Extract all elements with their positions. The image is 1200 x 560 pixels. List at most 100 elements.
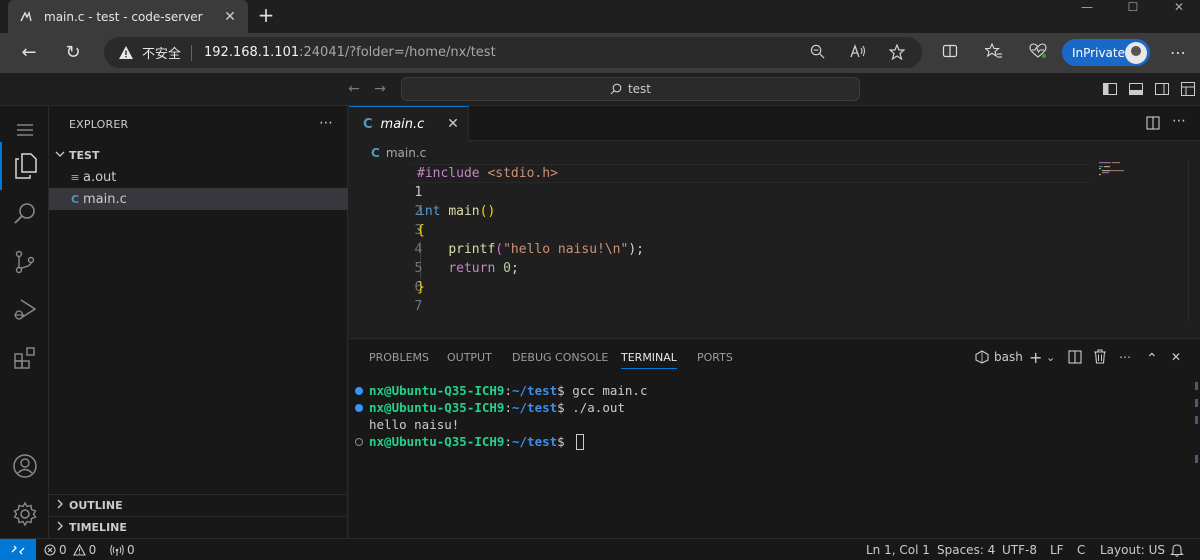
indentation-status[interactable]: Spaces: 4	[937, 539, 995, 560]
binary-file-icon: ≡	[70, 170, 80, 184]
code-token: ()	[479, 204, 496, 219]
warning-icon	[119, 45, 133, 59]
browser-tabstrip: main.c - test - code-server ✕ + — ☐ ✕	[0, 0, 1200, 33]
tab-main-c[interactable]: C main.c ✕	[349, 106, 469, 141]
url-path: :24041/?folder=/home/nx/test	[299, 45, 496, 60]
command-pending-decoration-icon	[355, 437, 363, 446]
close-window-button[interactable]: ✕	[1156, 0, 1200, 18]
outline-label: OUTLINE	[69, 499, 123, 512]
maximize-window-button[interactable]: ☐	[1110, 0, 1156, 18]
browser-toolbar: ← ↻ 不安全 192.168.1.101 :24041/?folder=/ho…	[0, 33, 1200, 73]
extensions-icon[interactable]	[0, 334, 49, 382]
outline-section[interactable]: OUTLINE	[49, 494, 348, 516]
file-item-main-c[interactable]: C main.c	[49, 188, 348, 210]
explorer-icon[interactable]	[0, 142, 49, 190]
editor-scrollbar[interactable]	[1188, 161, 1200, 321]
problems-status[interactable]: 0 0	[44, 539, 96, 560]
prompt-path: ~/test	[512, 434, 558, 449]
file-item-a-out[interactable]: ≡ a.out	[49, 166, 348, 188]
timeline-section[interactable]: TIMELINE	[49, 516, 348, 538]
close-tab-icon[interactable]: ✕	[222, 9, 238, 25]
browser-essentials-icon[interactable]	[1028, 43, 1048, 63]
cursor-position[interactable]: Ln 1, Col 1	[866, 539, 930, 560]
command-success-decoration-icon	[355, 386, 363, 395]
code-token: 0	[503, 261, 511, 276]
notifications-bell-icon[interactable]	[1170, 539, 1184, 560]
terminal-line[interactable]: nx@Ubuntu-Q35-ICH9: ~/test $	[355, 433, 585, 450]
remote-indicator-button[interactable]	[0, 539, 36, 560]
address-bar[interactable]: 不安全 192.168.1.101 :24041/?folder=/home/n…	[104, 37, 922, 68]
close-panel-button[interactable]: ✕	[1171, 349, 1181, 365]
read-aloud-icon[interactable]	[849, 44, 867, 62]
tab-terminal[interactable]: TERMINAL	[621, 351, 677, 369]
minimap[interactable]	[1097, 161, 1157, 181]
command-center-search[interactable]: test	[401, 77, 860, 101]
prompt-user-host: nx@Ubuntu-Q35-ICH9	[369, 383, 505, 398]
code-editor[interactable]: C main.c 1 #include <stdio.h> 2 3 int ma…	[349, 141, 1200, 338]
security-status[interactable]: 不安全	[142, 43, 181, 62]
favorite-star-icon[interactable]	[888, 43, 906, 62]
prompt-symbol: $	[557, 434, 573, 449]
terminal-line: hello naisu!	[355, 416, 459, 433]
kill-terminal-trash-icon[interactable]	[1093, 349, 1107, 364]
folder-header-test[interactable]: TEST	[49, 144, 348, 166]
editor-more-actions-button[interactable]: ⋯	[1172, 113, 1186, 129]
close-tab-icon[interactable]: ✕	[438, 116, 468, 132]
tab-label: main.c	[380, 116, 425, 132]
prompt-path: ~/test	[512, 400, 558, 415]
terminal-launch-profile-button[interactable]: ⌄	[1046, 349, 1055, 365]
breadcrumb[interactable]: C main.c	[371, 145, 426, 161]
run-and-debug-icon[interactable]	[0, 286, 49, 334]
error-count: 0	[59, 542, 67, 557]
source-control-icon[interactable]	[0, 238, 49, 286]
tab-problems[interactable]: PROBLEMS	[369, 351, 429, 369]
ports-status[interactable]: 0	[110, 539, 135, 560]
terminal-line: nx@Ubuntu-Q35-ICH9: ~/test $ gcc main.c	[355, 382, 647, 399]
line-number: 7	[414, 299, 423, 314]
inprivate-label: InPrivate	[1072, 45, 1125, 60]
encoding-status[interactable]: UTF-8	[1002, 539, 1037, 560]
split-terminal-icon[interactable]	[1068, 350, 1082, 364]
reload-button[interactable]: ↻	[60, 41, 86, 65]
tab-ports[interactable]: PORTS	[697, 351, 733, 369]
language-mode-status[interactable]: C	[1077, 539, 1085, 560]
toggle-secondary-sidebar-icon[interactable]	[1154, 81, 1170, 97]
zoom-icon[interactable]	[808, 44, 826, 62]
prompt-path: ~/test	[512, 383, 558, 398]
code-token: printf	[448, 242, 496, 257]
browser-tab[interactable]: main.c - test - code-server ✕	[8, 0, 248, 33]
search-icon[interactable]	[0, 190, 49, 238]
tab-debug-console[interactable]: DEBUG CONSOLE	[512, 351, 608, 369]
split-editor-icon[interactable]	[1146, 116, 1160, 130]
minimize-window-button[interactable]: —	[1064, 0, 1110, 18]
maximize-panel-button[interactable]: ⌃	[1146, 351, 1158, 367]
address-divider	[191, 44, 193, 61]
explorer-more-actions-button[interactable]: ⋯	[319, 115, 333, 131]
accounts-icon[interactable]	[0, 442, 49, 490]
terminal-shell-selector[interactable]: bash	[975, 349, 1023, 365]
new-terminal-button[interactable]: +	[1029, 348, 1042, 367]
go-forward-button[interactable]: →	[370, 79, 390, 99]
chevron-right-icon	[55, 499, 69, 512]
code-token: main	[448, 204, 480, 219]
go-back-button[interactable]: ←	[344, 79, 364, 99]
tab-output[interactable]: OUTPUT	[447, 351, 492, 369]
inprivate-profile-button[interactable]: InPrivate	[1062, 39, 1150, 66]
keyboard-layout-status[interactable]: Layout: US	[1100, 539, 1165, 560]
terminal-command: ./a.out	[572, 400, 625, 415]
split-screen-icon[interactable]	[940, 43, 960, 63]
toggle-panel-icon[interactable]	[1128, 81, 1144, 97]
panel-more-actions-button[interactable]: ⋯	[1119, 349, 1131, 365]
file-name: a.out	[83, 169, 117, 185]
settings-gear-icon[interactable]	[0, 490, 49, 538]
code-token: }	[417, 280, 425, 295]
back-button[interactable]: ←	[16, 41, 42, 65]
eol-status[interactable]: LF	[1050, 539, 1064, 560]
favorites-icon[interactable]	[984, 42, 1004, 63]
customize-layout-icon[interactable]	[1180, 81, 1196, 97]
new-tab-button[interactable]: +	[256, 5, 276, 27]
breadcrumb-file: main.c	[385, 146, 427, 160]
browser-menu-button[interactable]: ⋯	[1166, 41, 1190, 65]
toggle-primary-sidebar-icon[interactable]	[1102, 81, 1118, 97]
chevron-right-icon	[55, 521, 69, 534]
